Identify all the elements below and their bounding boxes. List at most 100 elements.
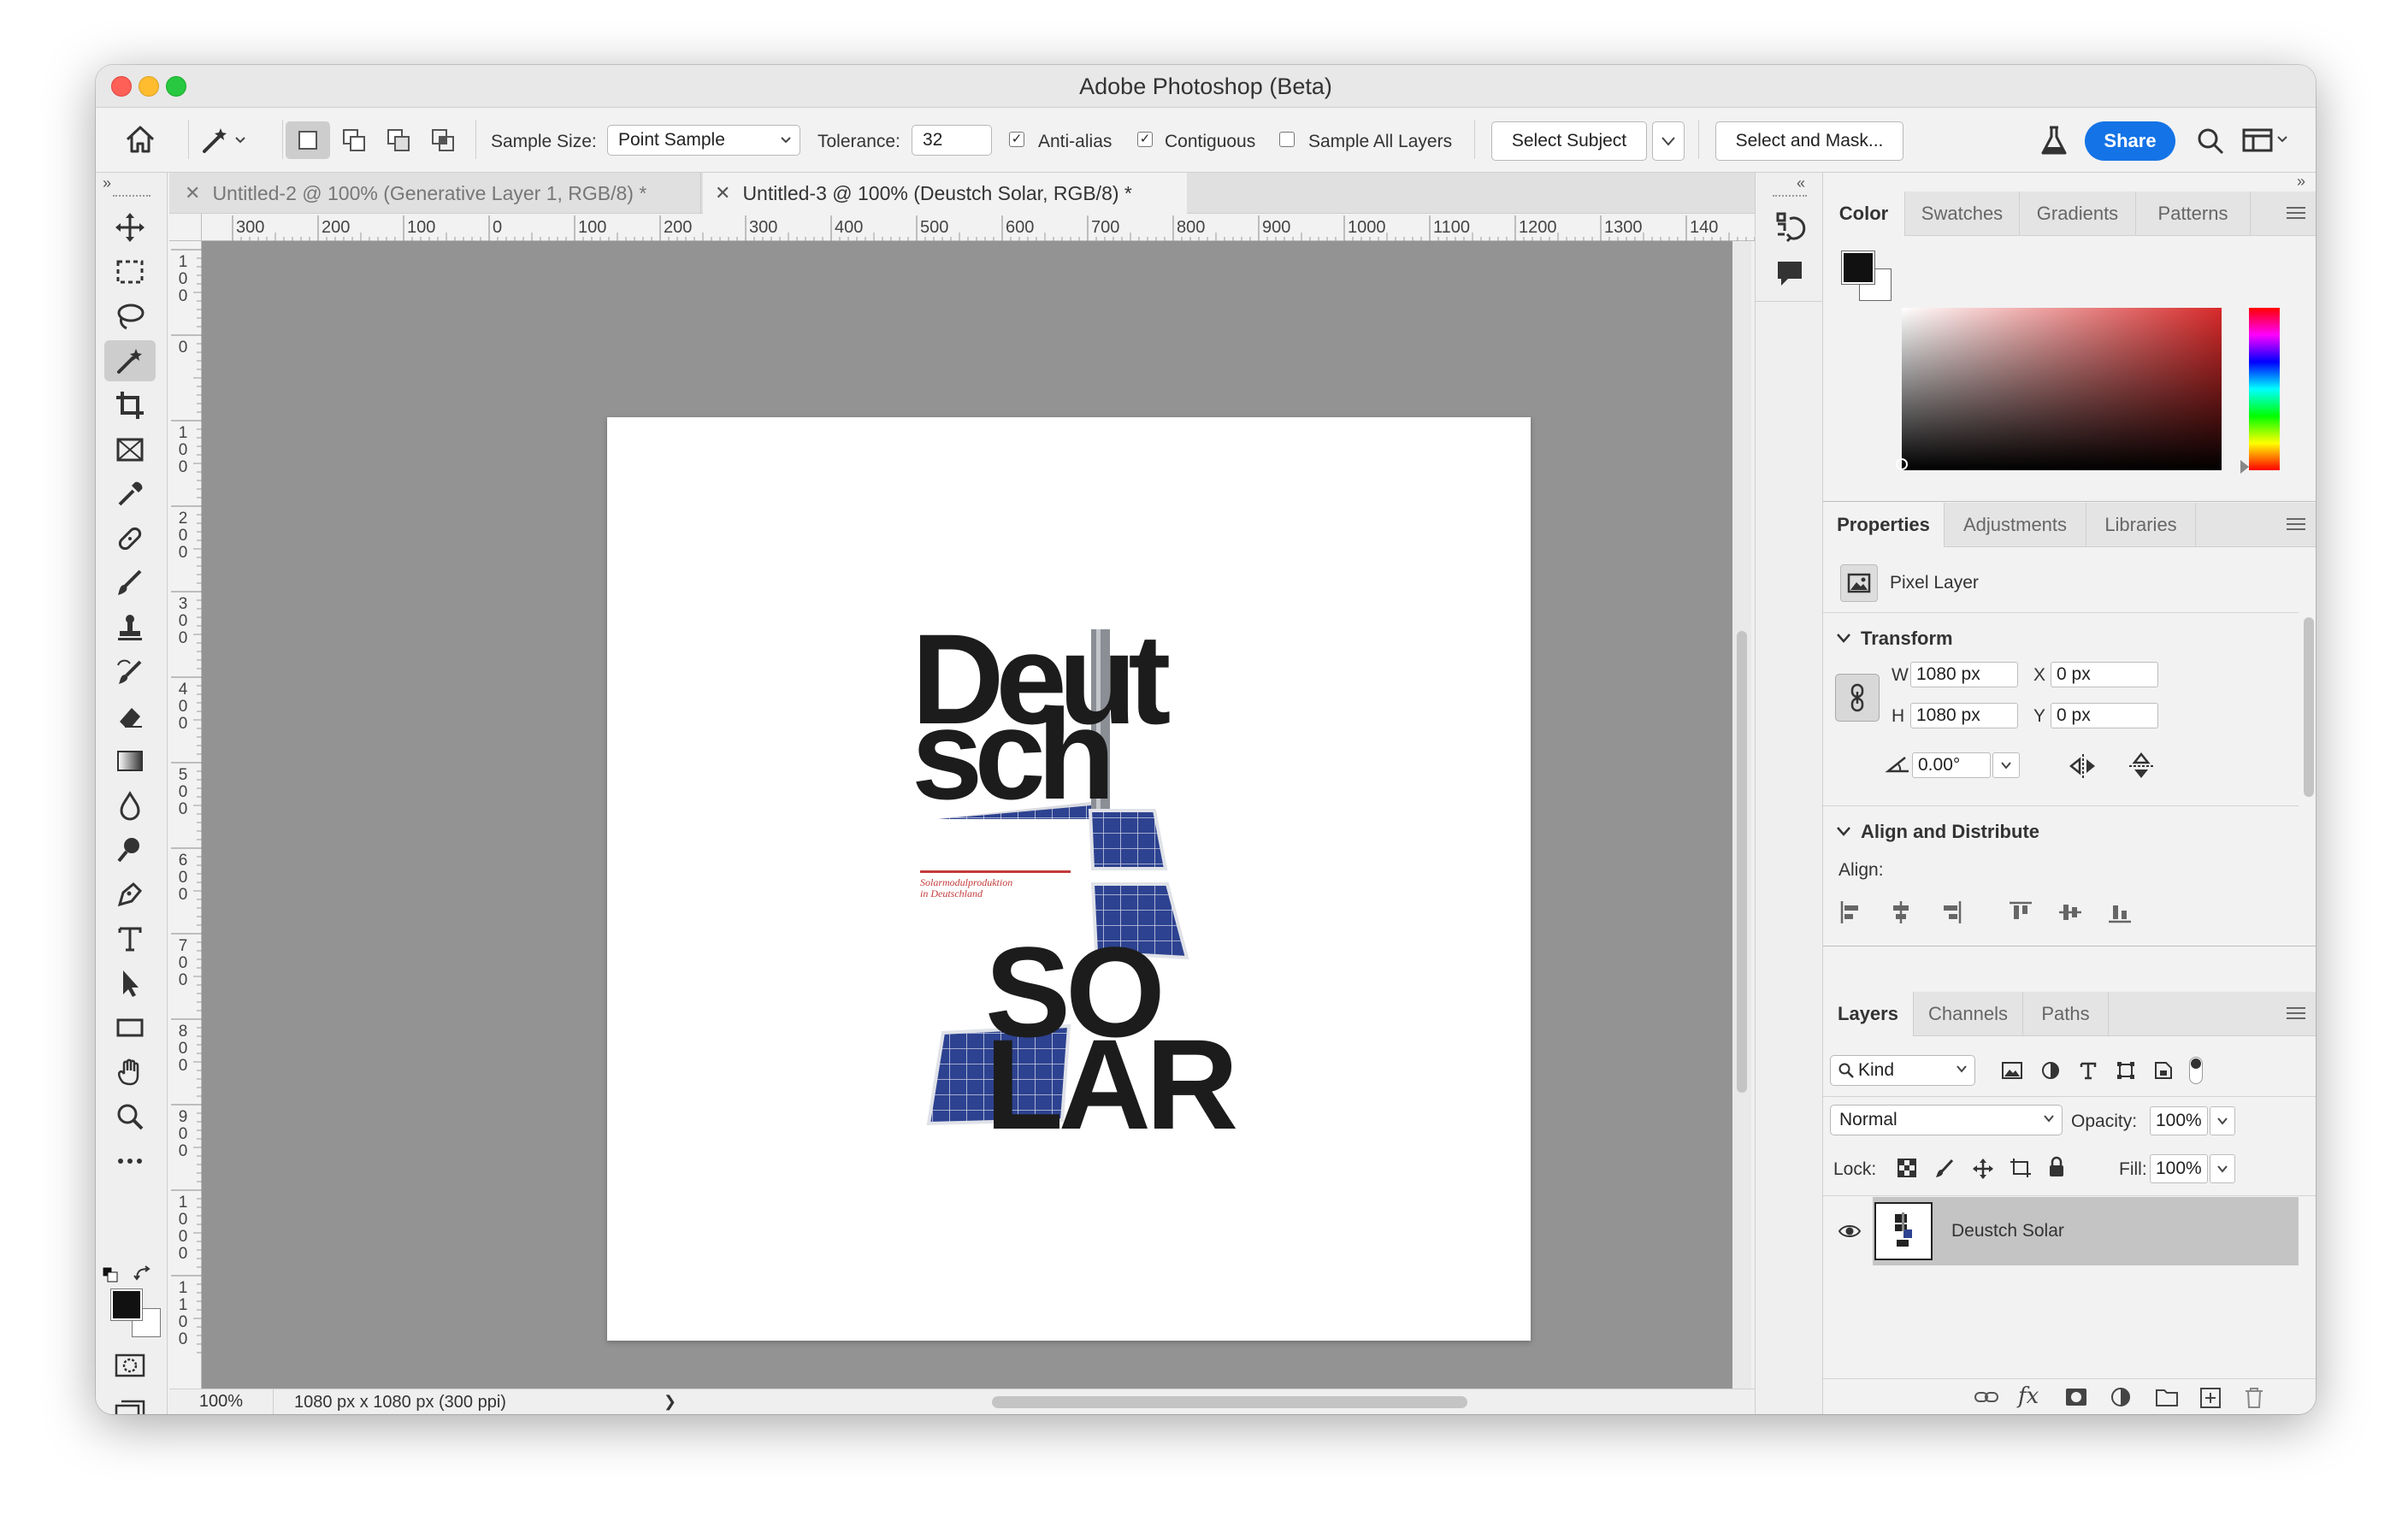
gradient-tool-icon[interactable]	[104, 740, 156, 781]
filter-shape-icon[interactable]	[2116, 1060, 2136, 1081]
magic-wand-tool-icon[interactable]	[104, 340, 156, 381]
history-brush-tool-icon[interactable]	[104, 652, 156, 693]
add-mask-icon[interactable]	[2064, 1387, 2088, 1407]
sample-size-select[interactable]: Point Sample	[607, 125, 800, 156]
angle-dropdown[interactable]	[1992, 752, 2020, 778]
subtract-from-selection-button[interactable]	[378, 121, 422, 159]
document-info[interactable]: 1080 px x 1080 px (300 ppi)	[294, 1393, 506, 1412]
zoom-tool-icon[interactable]	[104, 1096, 156, 1137]
new-selection-mode-button[interactable]	[286, 121, 330, 159]
color-field[interactable]	[1896, 308, 2222, 470]
marquee-tool-icon[interactable]	[104, 251, 156, 292]
color-picker-handle[interactable]	[1896, 458, 1908, 470]
collapse-arrows-icon[interactable]: »	[2297, 173, 2305, 191]
beta-flask-icon[interactable]	[2039, 125, 2069, 157]
flip-horizontal-icon[interactable]	[2068, 752, 2098, 780]
lock-artboard-icon[interactable]	[2010, 1158, 2032, 1178]
link-dimensions-button[interactable]	[1835, 674, 1880, 722]
lock-position-icon[interactable]	[1972, 1158, 1994, 1180]
add-to-selection-button[interactable]	[333, 121, 378, 159]
screen-mode-icon[interactable]	[113, 1399, 147, 1414]
horizontal-ruler[interactable]: 300 200 100 0 100 200 300 400 500 600 700 800 900 100…	[202, 214, 1828, 241]
type-tool-icon[interactable]	[104, 918, 156, 959]
new-group-icon[interactable]	[2155, 1387, 2179, 1407]
chevron-down-icon[interactable]	[1835, 629, 1852, 646]
more-tools-icon[interactable]	[104, 1141, 156, 1182]
tab-libraries[interactable]: Libraries	[2086, 503, 2196, 547]
lock-all-icon[interactable]	[2047, 1156, 2066, 1178]
align-top-icon[interactable]	[2008, 899, 2033, 925]
workspace-icon[interactable]	[2242, 128, 2290, 154]
move-tool-icon[interactable]	[104, 207, 156, 248]
align-horizontal-center-icon[interactable]	[1888, 899, 1914, 925]
layer-kind-filter[interactable]: Kind	[1830, 1055, 1975, 1086]
tab-layers[interactable]: Layers	[1823, 992, 1914, 1036]
tab-untitled-2[interactable]: ✕ Untitled-2 @ 100% (Generative Layer 1,…	[169, 173, 701, 214]
tab-color[interactable]: Color	[1823, 192, 1905, 236]
horizontal-scroll-thumb[interactable]	[992, 1396, 1467, 1408]
ruler-corner[interactable]	[169, 214, 202, 241]
align-bottom-icon[interactable]	[2107, 899, 2133, 925]
lock-pixels-icon[interactable]	[1934, 1158, 1955, 1178]
fill-dropdown[interactable]	[2210, 1154, 2235, 1183]
foreground-color-swatch[interactable]	[110, 1288, 143, 1321]
clone-stamp-tool-icon[interactable]	[104, 607, 156, 648]
foreground-color-swatch[interactable]	[1841, 251, 1875, 285]
align-right-icon[interactable]	[1938, 899, 1963, 925]
frame-tool-icon[interactable]	[104, 429, 156, 470]
panel-menu-icon[interactable]	[2287, 518, 2305, 530]
width-input[interactable]: 1080 px	[1910, 662, 2018, 687]
rectangle-tool-icon[interactable]	[104, 1007, 156, 1048]
filter-adjustment-icon[interactable]	[2040, 1060, 2061, 1081]
panel-menu-icon[interactable]	[2287, 207, 2305, 219]
select-and-mask-button[interactable]: Select and Mask...	[1715, 121, 1903, 161]
comments-panel-icon[interactable]	[1773, 256, 1807, 291]
eraser-tool-icon[interactable]	[104, 696, 156, 737]
hue-slider[interactable]	[2249, 308, 2280, 470]
align-distribute-header[interactable]: Align and Distribute	[1861, 821, 2039, 843]
collapse-arrows-icon[interactable]: »	[103, 174, 111, 192]
intersect-selection-button[interactable]	[422, 121, 467, 159]
opacity-input[interactable]: 100%	[2150, 1106, 2208, 1135]
tab-channels[interactable]: Channels	[1914, 992, 2023, 1036]
scroll-thumb[interactable]	[1737, 631, 1747, 1093]
transform-section-header[interactable]: Transform	[1861, 628, 1953, 650]
history-panel-icon[interactable]	[1773, 209, 1807, 243]
lock-transparent-icon[interactable]	[1897, 1158, 1917, 1178]
select-subject-dropdown[interactable]	[1652, 121, 1685, 161]
filter-type-icon[interactable]	[2078, 1060, 2098, 1081]
eye-icon[interactable]	[1838, 1223, 1861, 1240]
delete-layer-icon[interactable]	[2244, 1387, 2264, 1409]
properties-scroll-thumb[interactable]	[2304, 617, 2314, 797]
share-button[interactable]: Share	[2085, 121, 2175, 161]
swap-colors-icon[interactable]	[133, 1265, 152, 1284]
link-layers-icon[interactable]	[1974, 1389, 1999, 1406]
fill-input[interactable]: 100%	[2150, 1154, 2208, 1183]
blur-tool-icon[interactable]	[104, 785, 156, 826]
tab-gradients[interactable]: Gradients	[2020, 192, 2136, 236]
hue-slider-handle[interactable]	[2240, 460, 2249, 474]
vertical-scrollbar[interactable]	[1732, 241, 1751, 1389]
search-icon[interactable]	[2196, 127, 2225, 156]
height-input[interactable]: 1080 px	[1910, 703, 2018, 728]
x-input[interactable]: 0 px	[2051, 662, 2158, 687]
tab-patterns[interactable]: Patterns	[2136, 192, 2251, 236]
default-colors-icon[interactable]	[101, 1265, 120, 1284]
filter-smart-object-icon[interactable]	[2153, 1060, 2174, 1081]
eyedropper-tool-icon[interactable]	[104, 474, 156, 515]
filter-pixel-icon[interactable]	[2001, 1060, 2023, 1081]
filter-toggle[interactable]	[2189, 1057, 2203, 1084]
healing-brush-tool-icon[interactable]	[104, 518, 156, 559]
vertical-ruler[interactable]: 100010020030040050060070080090010001100	[169, 241, 202, 1389]
tab-swatches[interactable]: Swatches	[1905, 192, 2020, 236]
hand-tool-icon[interactable]	[104, 1052, 156, 1093]
quick-mask-icon[interactable]	[113, 1353, 147, 1378]
status-menu-arrow[interactable]: ❯	[664, 1393, 676, 1411]
tolerance-input[interactable]: 32	[912, 125, 992, 156]
lasso-tool-icon[interactable]	[104, 296, 156, 337]
panel-menu-icon[interactable]	[2287, 1007, 2305, 1019]
contiguous-checkbox[interactable]: ✓	[1137, 132, 1153, 147]
layer-name[interactable]: Deustch Solar	[1951, 1221, 2064, 1241]
new-adjustment-layer-icon[interactable]	[2110, 1387, 2133, 1409]
tab-properties[interactable]: Properties	[1823, 503, 1945, 547]
